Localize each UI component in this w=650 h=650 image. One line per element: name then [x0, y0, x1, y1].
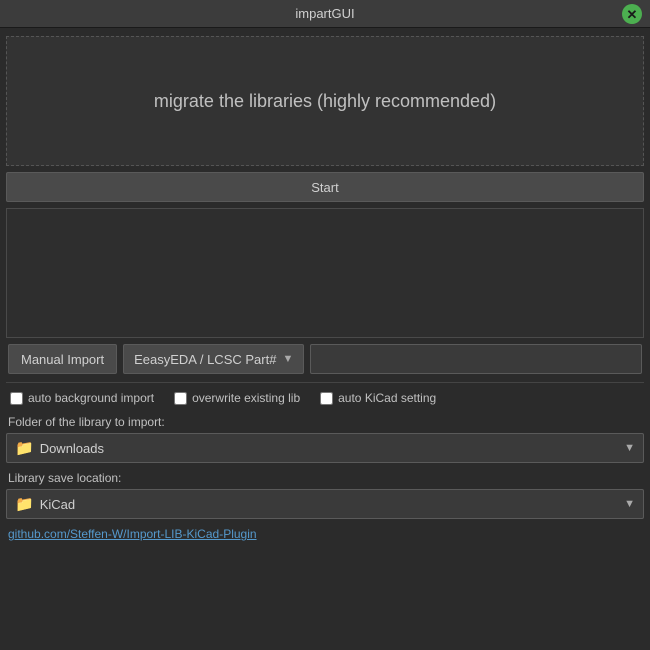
auto-background-label: auto background import	[28, 391, 154, 405]
manual-import-button[interactable]: Manual Import	[8, 344, 117, 374]
auto-kicad-label: auto KiCad setting	[338, 391, 436, 405]
auto-kicad-checkbox[interactable]	[320, 392, 333, 405]
folder-import-chevron: ▼	[624, 442, 635, 454]
close-button[interactable]: ✕	[622, 4, 642, 24]
migrate-box: migrate the libraries (highly recommende…	[6, 36, 644, 166]
source-dropdown-button[interactable]: EeasyEDA / LCSC Part# ▼	[123, 344, 304, 374]
checkboxes-row: auto background import overwrite existin…	[6, 391, 644, 405]
overwrite-lib-checkbox[interactable]	[174, 392, 187, 405]
title-bar: impartGUI ✕	[0, 0, 650, 28]
main-content: migrate the libraries (highly recommende…	[0, 28, 650, 547]
migrate-text: migrate the libraries (highly recommende…	[134, 71, 516, 132]
divider	[6, 382, 644, 383]
library-save-label: Library save location:	[6, 471, 644, 485]
library-save-icon: 📁	[15, 495, 34, 513]
folder-import-dropdown[interactable]: 📁 Downloads ▼	[6, 433, 644, 463]
library-save-chevron: ▼	[624, 498, 635, 510]
import-row: Manual Import EeasyEDA / LCSC Part# ▼	[6, 344, 644, 374]
log-area	[6, 208, 644, 338]
folder-import-icon: 📁	[15, 439, 34, 457]
folder-import-label: Folder of the library to import:	[6, 415, 644, 429]
auto-kicad-checkbox-item[interactable]: auto KiCad setting	[320, 391, 436, 405]
auto-background-checkbox-item[interactable]: auto background import	[10, 391, 154, 405]
library-save-value: KiCad	[40, 497, 624, 512]
start-btn-row: Start	[6, 172, 644, 202]
folder-import-value: Downloads	[40, 441, 624, 456]
start-button[interactable]: Start	[6, 172, 644, 202]
github-link[interactable]: github.com/Steffen-W/Import-LIB-KiCad-Pl…	[6, 527, 644, 541]
overwrite-lib-label: overwrite existing lib	[192, 391, 300, 405]
app-title: impartGUI	[295, 6, 354, 21]
overwrite-lib-checkbox-item[interactable]: overwrite existing lib	[174, 391, 300, 405]
source-dropdown-label: EeasyEDA / LCSC Part#	[134, 352, 276, 367]
source-dropdown-chevron: ▼	[282, 353, 293, 365]
auto-background-checkbox[interactable]	[10, 392, 23, 405]
library-save-dropdown[interactable]: 📁 KiCad ▼	[6, 489, 644, 519]
part-input[interactable]	[310, 344, 642, 374]
